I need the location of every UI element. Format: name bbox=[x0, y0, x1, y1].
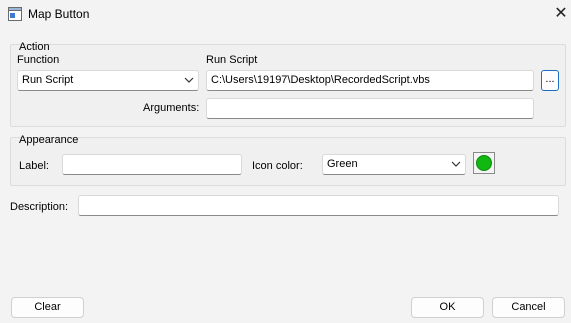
arguments-label: Arguments: bbox=[143, 102, 200, 114]
close-icon[interactable]: ✕ bbox=[552, 5, 570, 23]
function-select-value: Run Script bbox=[22, 74, 74, 86]
cancel-button[interactable]: Cancel bbox=[492, 297, 565, 318]
window-icon bbox=[8, 7, 22, 21]
ok-button[interactable]: OK bbox=[411, 297, 484, 318]
window-title: Map Button bbox=[28, 7, 90, 21]
label-field[interactable] bbox=[62, 154, 242, 175]
function-label: Function bbox=[17, 54, 60, 66]
description-field[interactable] bbox=[78, 195, 559, 216]
appearance-group-legend: Appearance bbox=[19, 134, 79, 146]
run-script-label: Run Script bbox=[206, 54, 258, 66]
chevron-down-icon bbox=[451, 161, 461, 167]
icon-color-select[interactable]: Green bbox=[322, 154, 466, 175]
browse-button[interactable]: ... bbox=[541, 70, 559, 91]
action-group-legend: Action bbox=[19, 41, 50, 53]
arguments-field[interactable] bbox=[206, 98, 534, 119]
function-select[interactable]: Run Script bbox=[17, 70, 199, 91]
chevron-down-icon bbox=[184, 77, 194, 83]
run-script-field[interactable]: C:\Users\19197\Desktop\RecordedScript.vb… bbox=[206, 70, 534, 91]
green-circle-icon bbox=[476, 155, 492, 171]
label-label: Label: bbox=[19, 160, 49, 172]
icon-color-select-value: Green bbox=[327, 158, 358, 170]
icon-color-swatch-button[interactable] bbox=[473, 152, 495, 174]
description-label: Description: bbox=[10, 201, 69, 213]
icon-color-label: Icon color: bbox=[252, 160, 303, 172]
clear-button[interactable]: Clear bbox=[11, 297, 84, 318]
